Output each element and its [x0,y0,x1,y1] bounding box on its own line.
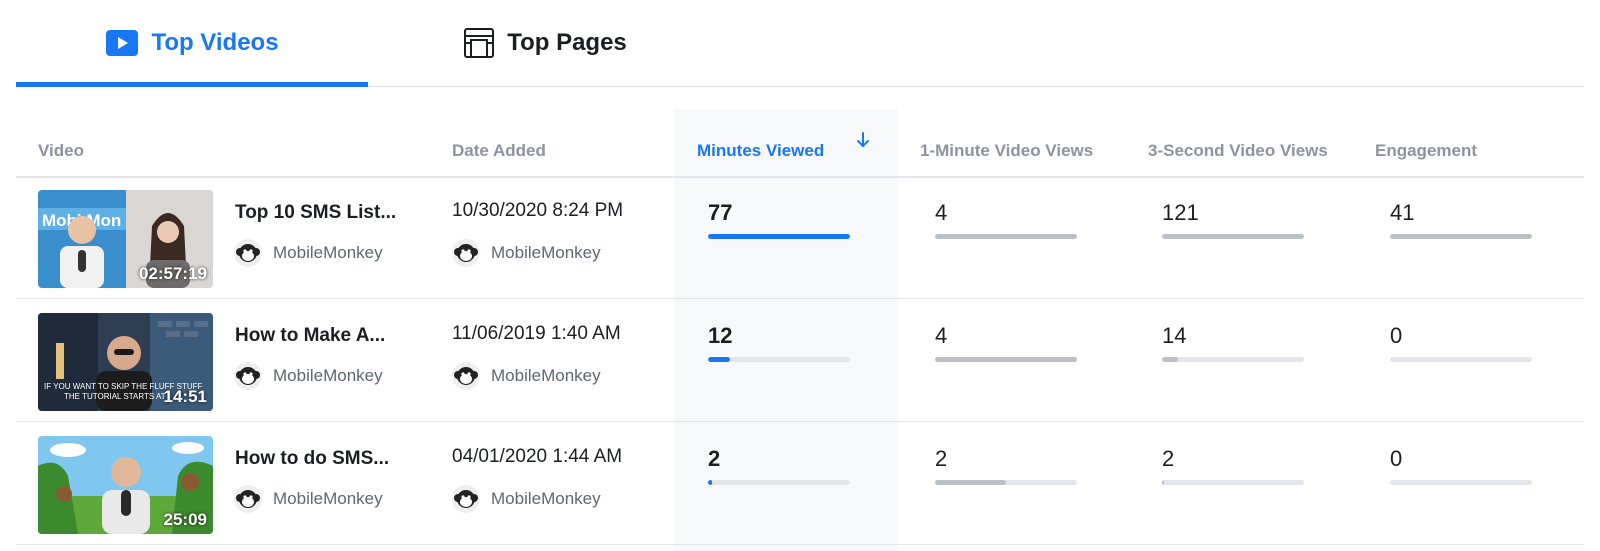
minutes-viewed-cell: 2 [708,446,850,485]
monkey-avatar-icon [234,239,262,267]
video-duration: 14:51 [163,387,207,406]
page-layout-icon [463,27,495,59]
column-header-minutes-viewed[interactable]: Minutes Viewed [697,141,824,161]
video-owner[interactable]: MobileMonkey [233,484,383,514]
minutes-viewed-bar [708,234,850,239]
video-duration: 25:09 [163,510,207,529]
one-minute-views-bar [935,234,1077,239]
video-thumbnail[interactable]: IF YOU WANT TO SKIP THE FLUFF STUFF THE … [38,313,213,411]
engagement-bar [1390,234,1532,239]
row-divider [16,298,1584,299]
three-second-views-bar-fill [1162,480,1165,485]
minutes-viewed-value: 12 [708,323,733,348]
video-title[interactable]: How to Make A... [235,325,385,347]
monkey-avatar-icon [452,485,480,513]
video-title[interactable]: How to do SMS... [235,448,389,470]
one-minute-views-value: 4 [935,200,948,225]
date-owner: MobileMonkey [451,238,601,268]
video-thumbnail[interactable]: 25:09 [38,436,213,534]
three-second-views-cell: 14 [1162,323,1304,362]
three-second-views-cell: 2 [1162,446,1304,485]
video-thumbnail[interactable]: Mobi Mon 02:57:19 [38,190,213,288]
one-minute-views-bar [935,357,1077,362]
one-minute-views-value: 4 [935,323,948,348]
three-second-views-bar-fill [1162,234,1304,239]
date-added: 11/06/2019 1:40 AM [452,323,621,344]
three-second-views-value: 121 [1162,200,1199,225]
column-header-date-added[interactable]: Date Added [452,141,546,161]
tab-top-pages[interactable]: Top Pages [368,0,722,86]
column-header-engagement[interactable]: Engagement [1375,141,1477,161]
three-second-views-value: 2 [1162,446,1175,471]
one-minute-views-bar-fill [935,357,1077,362]
date-added: 04/01/2020 1:44 AM [452,446,623,467]
engagement-bar-fill [1390,234,1532,239]
date-added: 10/30/2020 8:24 PM [452,200,624,221]
row-divider [16,544,1584,545]
video-play-icon [105,29,139,57]
date-owner-name: MobileMonkey [491,489,601,508]
date-owner-name: MobileMonkey [491,366,601,385]
minutes-viewed-cell: 12 [708,323,850,362]
engagement-value: 41 [1390,200,1415,225]
one-minute-views-bar [935,480,1077,485]
date-owner: MobileMonkey [451,361,601,391]
engagement-value: 0 [1390,446,1403,471]
engagement-bar [1390,480,1532,485]
engagement-value: 0 [1390,323,1403,348]
minutes-viewed-bar-fill [708,357,731,362]
one-minute-views-value: 2 [935,446,948,471]
video-owner-name: MobileMonkey [273,243,383,262]
monkey-avatar-icon [234,362,262,390]
table-row[interactable]: Mobi Mon 02:57:19 Top 10 SMS List... Mob… [0,178,1600,298]
three-second-views-bar [1162,357,1304,362]
table-row[interactable]: IF YOU WANT TO SKIP THE FLUFF STUFF THE … [0,301,1600,421]
svg-text:THE TUTORIAL STARTS AT: THE TUTORIAL STARTS AT [64,392,166,401]
video-title[interactable]: Top 10 SMS List... [235,202,396,224]
monkey-avatar-icon [452,362,480,390]
active-tab-indicator [16,82,368,87]
video-owner[interactable]: MobileMonkey [233,238,383,268]
date-owner-name: MobileMonkey [491,243,601,262]
minutes-viewed-cell: 77 [708,200,850,239]
minutes-viewed-value: 77 [708,200,733,225]
column-header-3-second-views[interactable]: 3-Second Video Views [1148,141,1328,161]
tab-top-videos-label: Top Videos [151,29,279,56]
column-header-video[interactable]: Video [38,141,84,161]
date-owner: MobileMonkey [451,484,601,514]
three-second-views-value: 14 [1162,323,1187,348]
minutes-viewed-value: 2 [708,446,721,471]
monkey-avatar-icon [234,485,262,513]
tab-top-videos[interactable]: Top Videos [16,0,368,86]
one-minute-views-cell: 4 [935,200,1077,239]
three-second-views-bar-fill [1162,357,1179,362]
minutes-viewed-bar-fill [708,480,712,485]
engagement-cell: 0 [1390,446,1532,485]
engagement-bar [1390,357,1532,362]
tab-top-pages-label: Top Pages [507,29,627,56]
one-minute-views-cell: 2 [935,446,1077,485]
three-second-views-cell: 121 [1162,200,1304,239]
engagement-cell: 0 [1390,323,1532,362]
one-minute-views-bar-fill [935,234,1077,239]
minutes-viewed-bar [708,480,850,485]
tab-bar: Top Videos Top Pages [16,0,1584,87]
table-row[interactable]: 25:09 How to do SMS... MobileMonkey 04/0… [0,424,1600,544]
column-header-1-minute-views[interactable]: 1-Minute Video Views [920,141,1093,161]
arrow-down-icon[interactable] [856,131,870,154]
minutes-viewed-bar [708,357,850,362]
video-owner-name: MobileMonkey [273,489,383,508]
engagement-cell: 41 [1390,200,1532,239]
monkey-avatar-icon [452,239,480,267]
video-owner[interactable]: MobileMonkey [233,361,383,391]
three-second-views-bar [1162,234,1304,239]
minutes-viewed-bar-fill [708,234,850,239]
one-minute-views-cell: 4 [935,323,1077,362]
one-minute-views-bar-fill [935,480,1006,485]
row-divider [16,421,1584,422]
video-owner-name: MobileMonkey [273,366,383,385]
three-second-views-bar [1162,480,1304,485]
video-duration: 02:57:19 [138,264,207,283]
